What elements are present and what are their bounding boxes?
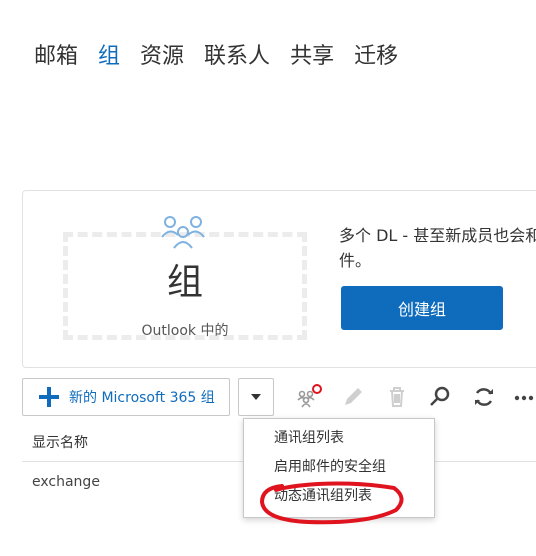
new-group-type-menu: 通讯组列表 启用邮件的安全组 动态通讯组列表 (243, 418, 435, 518)
edit-icon[interactable] (340, 384, 366, 410)
plus-icon (39, 387, 59, 407)
delete-icon[interactable] (384, 384, 410, 410)
new-group-dropdown-button[interactable] (238, 378, 274, 416)
top-nav: 邮箱 组 资源 联系人 共享 迁移 (34, 40, 418, 74)
tab-migration[interactable]: 迁移 (354, 40, 398, 74)
list-item[interactable]: exchange (32, 474, 100, 490)
new-microsoft-365-group-button[interactable]: 新的 Microsoft 365 组 (22, 378, 230, 416)
refresh-icon[interactable] (471, 384, 497, 410)
menu-item-dynamic-distribution-list[interactable]: 动态通讯组列表 (274, 486, 372, 506)
group-settings-icon[interactable] (296, 384, 322, 410)
tab-mailbox[interactable]: 邮箱 (34, 40, 78, 74)
tab-groups[interactable]: 组 (98, 40, 120, 74)
create-group-button[interactable]: 创建组 (341, 286, 503, 330)
tab-contacts[interactable]: 联系人 (204, 40, 270, 74)
people-group-icon (161, 216, 205, 249)
exchange-admin-groups-page: 邮箱 组 资源 联系人 共享 迁移 组 Outlook 中的 多个 DL - 甚… (0, 0, 536, 556)
promo-description: 多个 DL - 甚至新成员也会和附件。 (339, 226, 536, 270)
tab-shared[interactable]: 共享 (290, 40, 334, 74)
promo-title: 组 (166, 262, 203, 303)
new-group-label: 新的 Microsoft 365 组 (69, 390, 215, 406)
groups-promo-card: 组 Outlook 中的 多个 DL - 甚至新成员也会和附件。 创建组 (22, 190, 536, 368)
menu-item-mail-enabled-security-group[interactable]: 启用邮件的安全组 (274, 457, 386, 477)
chevron-down-icon (251, 394, 261, 400)
display-name-column-header[interactable]: 显示名称 (32, 432, 88, 452)
menu-item-distribution-list[interactable]: 通讯组列表 (274, 428, 344, 448)
more-icon[interactable] (512, 384, 536, 410)
tab-resources[interactable]: 资源 (140, 40, 184, 74)
search-icon[interactable] (427, 384, 453, 410)
promo-subtitle: Outlook 中的 (141, 323, 229, 339)
